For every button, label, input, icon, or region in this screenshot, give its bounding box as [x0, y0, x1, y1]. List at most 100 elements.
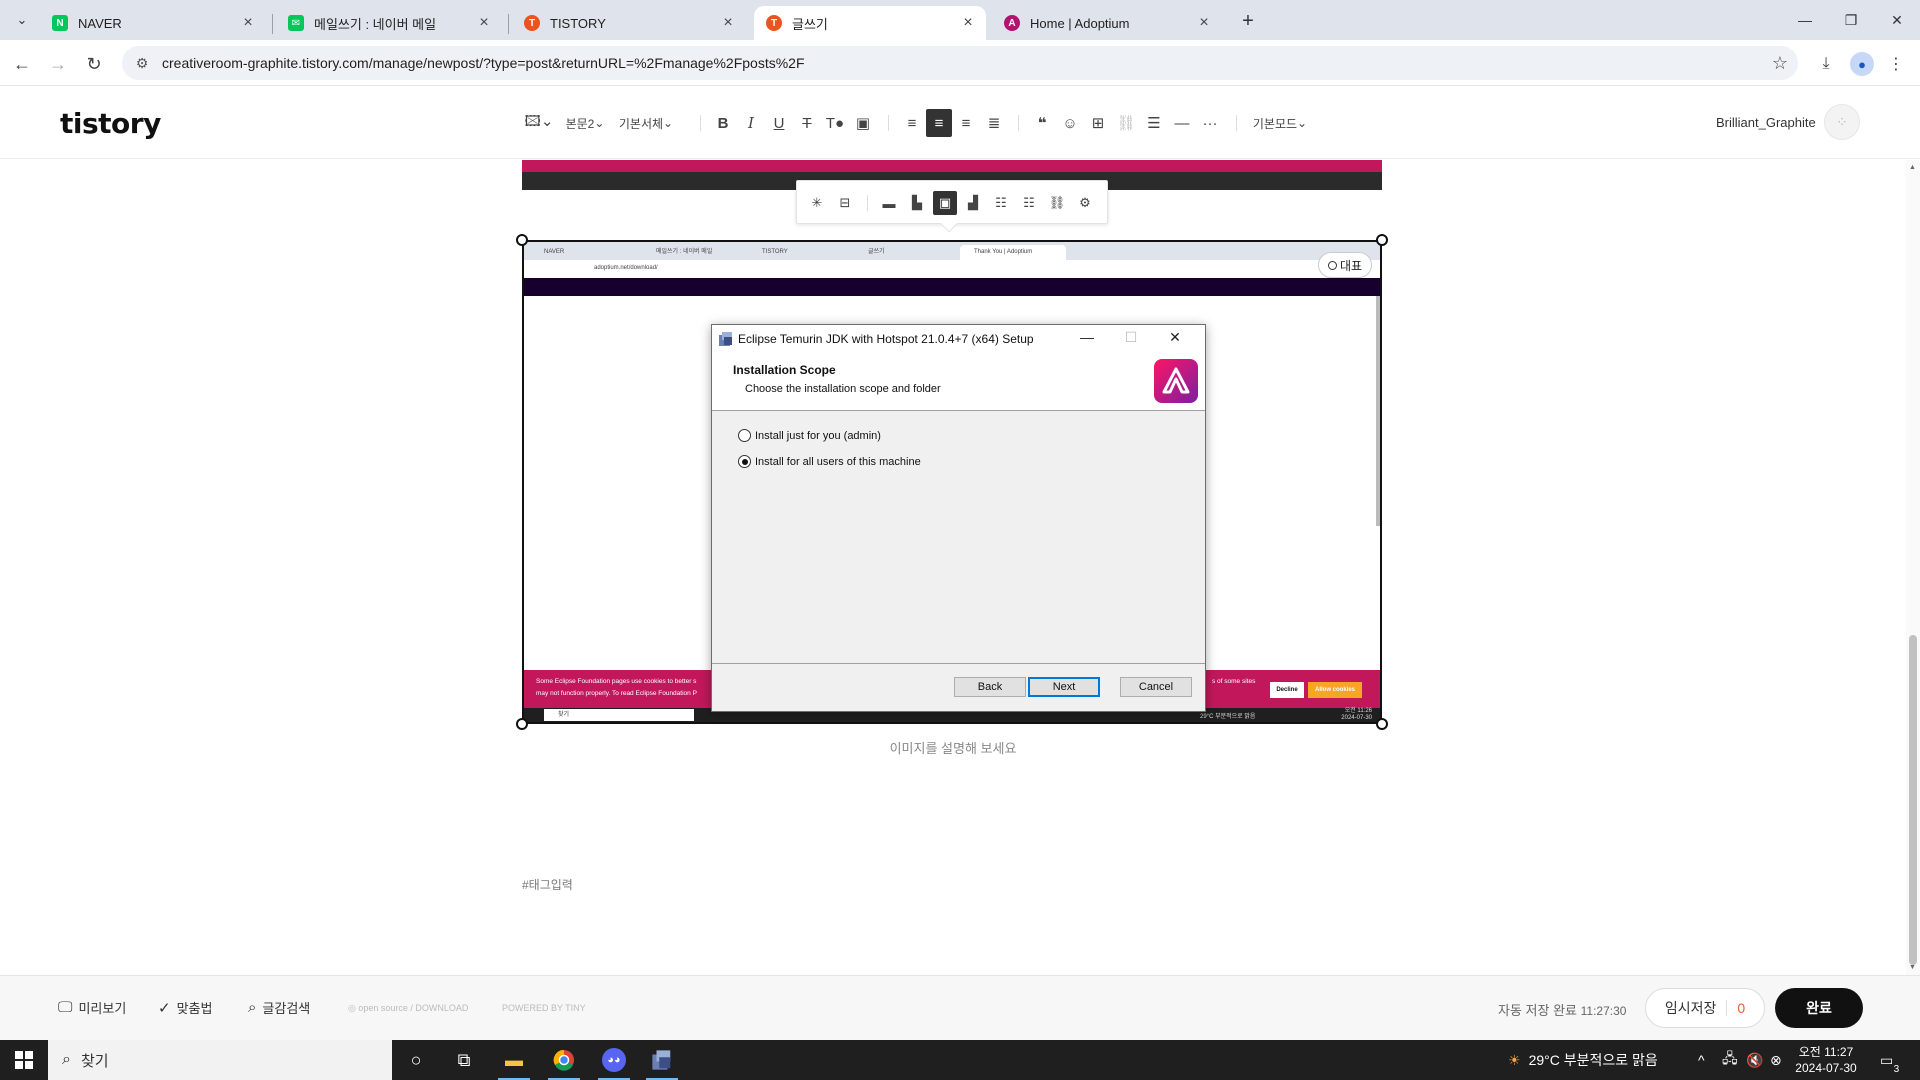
image-effect-icon[interactable]: ✳ — [805, 191, 829, 215]
site-info-icon[interactable]: ⚙ — [122, 55, 162, 72]
tab-naver-mail[interactable]: ✉ 메일쓰기 : 네이버 메일 × — [276, 6, 502, 40]
notification-center-icon[interactable]: ▭ 3 — [1880, 1040, 1899, 1080]
tab-adoptium[interactable]: A Home | Adoptium × — [992, 6, 1222, 40]
align-justify-icon[interactable]: ≣ — [982, 109, 1006, 137]
align-right-icon[interactable]: ≡ — [954, 109, 978, 137]
resize-handle-top-right[interactable] — [1376, 234, 1388, 246]
task-view-icon[interactable]: ⧉ — [440, 1040, 488, 1080]
image-wrap-left-icon[interactable]: ☷ — [989, 191, 1013, 215]
resize-handle-top-left[interactable] — [516, 234, 528, 246]
tistory-logo[interactable]: tistory — [60, 107, 161, 140]
spellcheck-button[interactable]: ✓ 맞춤법 — [158, 998, 212, 1017]
page-scrollbar[interactable]: ▲ ▼ — [1906, 160, 1920, 975]
representative-image-toggle[interactable]: 대표 — [1318, 252, 1372, 278]
tab-write-post[interactable]: T 글쓰기 × — [754, 6, 986, 40]
minimize-icon[interactable]: — — [1782, 0, 1828, 40]
dialog-minimize-icon[interactable]: — — [1072, 329, 1102, 349]
tab-tistory[interactable]: T TISTORY × — [512, 6, 746, 40]
image-full-width-icon[interactable]: ▬ — [877, 191, 901, 215]
installer-taskbar-icon[interactable] — [638, 1040, 686, 1080]
close-icon[interactable]: × — [1196, 14, 1212, 32]
image-fit-icon[interactable]: ⊟ — [833, 191, 857, 215]
address-bar[interactable]: ⚙ creativeroom-graphite.tistory.com/mana… — [122, 46, 1798, 80]
forward-arrow-icon[interactable]: → — [44, 50, 72, 78]
back-button[interactable]: Back — [954, 677, 1026, 697]
link-icon[interactable]: ⛓ — [1114, 109, 1138, 137]
paragraph-style-select[interactable]: 본문2 ⌄ — [562, 109, 608, 137]
restore-icon[interactable]: ❐ — [1828, 0, 1874, 40]
text-background-icon[interactable]: ▣ — [852, 109, 874, 137]
resize-handle-bottom-left[interactable] — [516, 718, 528, 730]
tab-search-button[interactable]: ⌄ — [10, 8, 34, 32]
network-icon[interactable]: 🖧 — [1722, 1040, 1738, 1080]
windows-start-icon[interactable] — [0, 1040, 48, 1080]
image-align-left-icon[interactable]: ▙ — [905, 191, 929, 215]
reload-icon[interactable]: ↻ — [80, 50, 108, 78]
install-scope-all-option[interactable]: Install for all users of this machine — [738, 455, 921, 468]
close-icon[interactable]: × — [960, 14, 976, 32]
volume-muted-icon[interactable]: 🔇 — [1746, 1040, 1763, 1080]
insert-image-icon[interactable]: 🖾⌄ — [524, 109, 554, 137]
image-caption-input[interactable]: 이미지를 설명해 보세요 — [0, 738, 1906, 757]
scroll-up-icon[interactable]: ▲ — [1909, 164, 1916, 171]
temp-save-button[interactable]: 임시저장 0 — [1645, 988, 1765, 1028]
italic-icon[interactable]: I — [740, 109, 762, 137]
scroll-down-icon[interactable]: ▼ — [1909, 964, 1916, 971]
user-avatar[interactable]: ⁘ — [1824, 104, 1860, 140]
align-center-icon[interactable]: ≡ — [926, 109, 952, 137]
close-icon[interactable]: × — [720, 14, 736, 32]
image-align-center-icon[interactable]: ▣ — [933, 191, 957, 215]
close-icon[interactable]: × — [240, 14, 256, 32]
emoji-icon[interactable]: ☺ — [1058, 109, 1082, 137]
list-icon[interactable]: ☰ — [1142, 109, 1166, 137]
dialog-maximize-icon[interactable]: ☐ — [1116, 329, 1146, 349]
strikethrough-icon[interactable]: T — [796, 109, 818, 137]
input-method-icon[interactable]: ⊗ — [1770, 1040, 1782, 1080]
weather-widget[interactable]: ☀ 29°C 부분적으로 맑음 — [1508, 1040, 1658, 1080]
radio-selected-icon[interactable] — [738, 455, 751, 468]
scrollbar-thumb[interactable] — [1909, 635, 1917, 965]
resize-handle-bottom-right[interactable] — [1376, 718, 1388, 730]
image-align-right-icon[interactable]: ▟ — [961, 191, 985, 215]
horizontal-line-icon[interactable]: — — [1170, 109, 1194, 137]
radio-icon[interactable] — [738, 429, 751, 442]
bookmark-star-icon[interactable]: ☆ — [1762, 53, 1798, 74]
next-button[interactable]: Next — [1028, 677, 1100, 697]
close-icon[interactable]: × — [476, 14, 492, 32]
url-text[interactable]: creativeroom-graphite.tistory.com/manage… — [162, 55, 1762, 71]
file-explorer-icon[interactable]: ▬ — [490, 1040, 538, 1080]
download-icon[interactable]: ⤓ — [1814, 52, 1838, 76]
tag-input[interactable]: #태그입력 — [522, 876, 573, 893]
align-left-icon[interactable]: ≡ — [900, 109, 924, 137]
text-color-icon[interactable]: T● — [824, 109, 846, 137]
table-icon[interactable]: ⊞ — [1086, 109, 1110, 137]
editor-mode-select[interactable]: 기본모드 ⌄ — [1248, 109, 1312, 137]
underline-icon[interactable]: U — [768, 109, 790, 137]
publish-done-button[interactable]: 완료 — [1775, 988, 1863, 1028]
new-tab-button[interactable]: + — [1234, 8, 1262, 36]
cortana-icon[interactable]: ○ — [392, 1040, 440, 1080]
image-wrap-right-icon[interactable]: ☷ — [1017, 191, 1041, 215]
cancel-button[interactable]: Cancel — [1120, 677, 1192, 697]
profile-avatar-icon[interactable]: ● — [1850, 52, 1874, 76]
discord-icon[interactable]: ◕◕ — [590, 1040, 638, 1080]
browser-menu-icon[interactable]: ⋮ — [1884, 52, 1908, 76]
close-window-icon[interactable]: ✕ — [1874, 0, 1920, 40]
taskbar-search-box[interactable]: ⌕ 찾기 — [48, 1040, 392, 1080]
install-scope-user-option[interactable]: Install just for you (admin) — [738, 429, 881, 442]
search-material-button[interactable]: ⌕ 글감검색 — [248, 998, 310, 1017]
tab-naver[interactable]: N NAVER × — [40, 6, 266, 40]
dialog-close-icon[interactable]: ✕ — [1160, 329, 1190, 349]
more-options-icon[interactable]: ··· — [1198, 109, 1222, 137]
font-family-select[interactable]: 기본서체 ⌄ — [616, 109, 676, 137]
chrome-icon[interactable] — [540, 1040, 588, 1080]
opensource-link[interactable]: ◎ open source / DOWNLOAD — [348, 1003, 468, 1014]
image-link-icon[interactable]: ⛓ — [1045, 191, 1069, 215]
bold-icon[interactable]: B — [712, 109, 734, 137]
image-settings-gear-icon[interactable]: ⚙ — [1073, 191, 1097, 215]
back-arrow-icon[interactable]: ← — [8, 50, 36, 78]
tray-overflow-icon[interactable]: ^ — [1698, 1040, 1705, 1080]
preview-button[interactable]: 🖵 미리보기 — [58, 998, 126, 1017]
taskbar-clock[interactable]: 오전 11:27 2024-07-30 — [1790, 1044, 1862, 1076]
quote-icon[interactable]: ❝ — [1030, 109, 1054, 137]
